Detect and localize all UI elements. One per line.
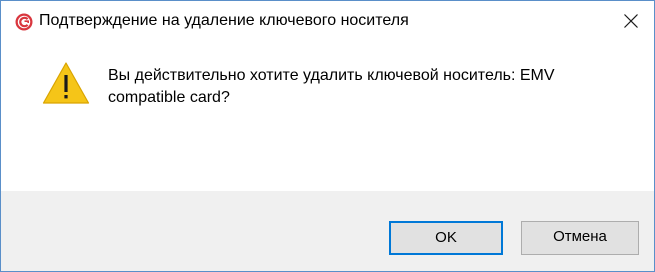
close-icon [624, 14, 638, 28]
cancel-button[interactable]: Отмена [521, 221, 639, 255]
confirm-message: Вы действительно хотите удалить ключевой… [108, 67, 555, 106]
warning-icon [42, 62, 90, 104]
window-title: Подтверждение на удаление ключевого носи… [39, 12, 409, 29]
dialog-content: Вы действительно хотите удалить ключевой… [1, 41, 654, 191]
cryptopro-app-icon [15, 13, 33, 31]
title-bar[interactable]: Подтверждение на удаление ключевого носи… [1, 1, 654, 41]
ok-button[interactable]: OK [389, 221, 503, 255]
close-button[interactable] [608, 1, 654, 41]
confirm-delete-dialog: Подтверждение на удаление ключевого носи… [0, 0, 655, 272]
button-bar: OK Отмена [1, 191, 654, 271]
